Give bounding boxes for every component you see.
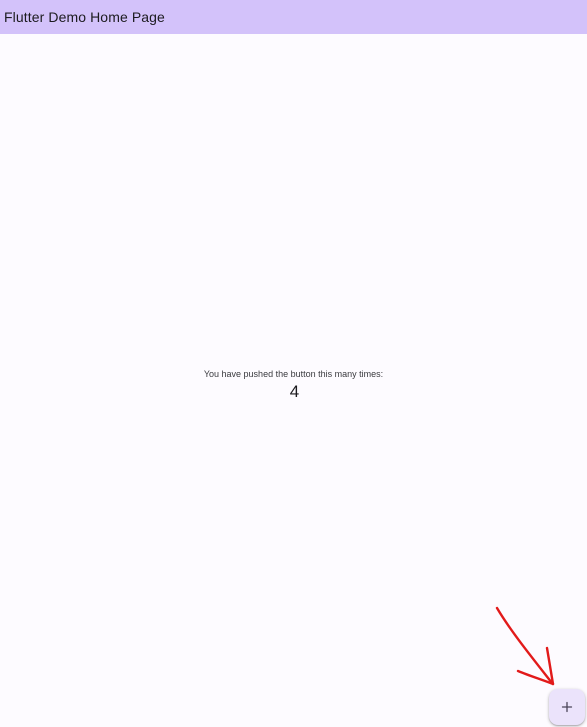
- add-icon: [561, 701, 573, 713]
- app-bar: Flutter Demo Home Page: [0, 0, 587, 34]
- annotation-arrow-icon: [495, 606, 555, 686]
- counter-label: You have pushed the button this many tim…: [203, 369, 384, 379]
- app-bar-title: Flutter Demo Home Page: [4, 9, 165, 25]
- increment-button[interactable]: [549, 689, 585, 725]
- counter-value: 4: [289, 382, 300, 401]
- counter-section: You have pushed the button this many tim…: [0, 368, 587, 403]
